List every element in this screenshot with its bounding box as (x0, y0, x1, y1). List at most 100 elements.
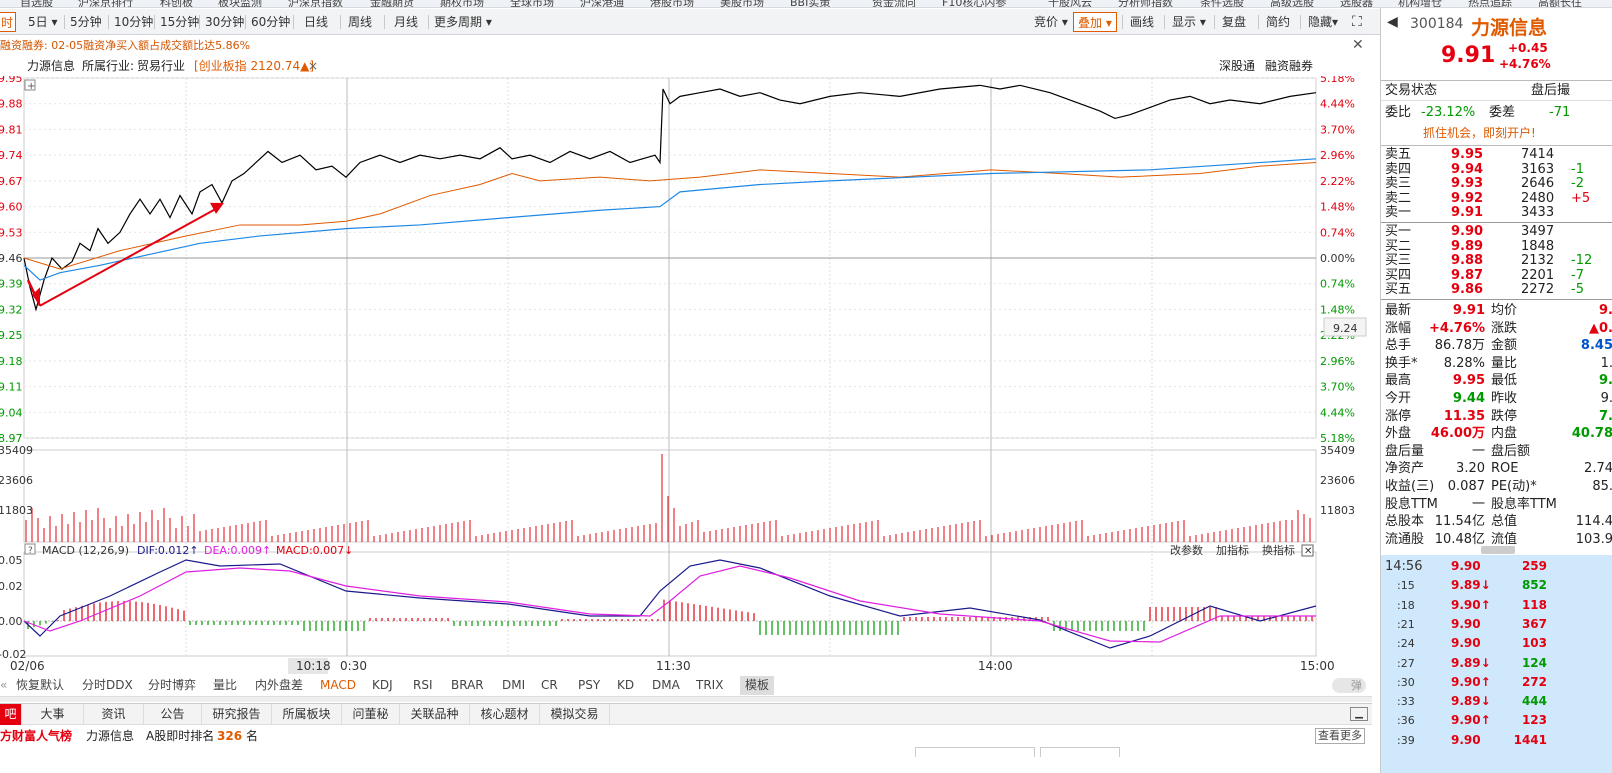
sell-level-volume: 2646 (1521, 176, 1555, 191)
tab-guba[interactable]: 吧 (0, 704, 22, 725)
price-tick: 9.25 (0, 329, 23, 342)
ind-psy[interactable]: PSY (578, 676, 600, 695)
ind-template[interactable]: 模板 (740, 676, 775, 695)
top-nav-item[interactable]: 分析师指数 (1118, 0, 1173, 7)
top-nav-item[interactable]: 条件选股 (1200, 0, 1244, 7)
macd-value: MACD:0.007↓ (276, 544, 353, 557)
ind-reset[interactable]: 恢复默认 (16, 676, 64, 695)
ind-kdj[interactable]: KDJ (372, 676, 393, 695)
top-nav-item[interactable]: 千股风云 (1048, 0, 1092, 7)
top-nav-item[interactable]: 高级选股 (1270, 0, 1314, 7)
back-arrow-icon[interactable]: ◀ (1387, 14, 1398, 30)
top-nav-item[interactable]: 沪深港通 (580, 0, 624, 7)
ind-ddx[interactable]: 分时DDX (82, 676, 133, 695)
ind-macd[interactable]: MACD (320, 676, 356, 695)
top-nav-item[interactable]: 自选股 (20, 0, 53, 7)
hide-button[interactable]: 隐藏▾ (1304, 12, 1342, 32)
auction-button[interactable]: 竞价 ▾ (1030, 12, 1072, 32)
top-nav-item[interactable]: 高额长往 (1538, 0, 1582, 7)
top-nav-item[interactable]: 科创板 (160, 0, 193, 7)
price-line (23, 84, 1317, 312)
view-more-button[interactable]: 查看更多 (1315, 728, 1365, 744)
stat-label: 最高 (1385, 373, 1412, 389)
top-nav-item[interactable]: 沪深京指数 (288, 0, 343, 7)
period-more[interactable]: 更多周期 ▾ (430, 12, 496, 32)
top-nav-item[interactable]: 沪深京排行 (78, 0, 133, 7)
tab-announce[interactable]: 公告 (144, 704, 202, 725)
collapse-icon[interactable]: ▁ (1350, 707, 1368, 721)
tab-news[interactable]: 资讯 (84, 704, 144, 725)
ind-brar[interactable]: BRAR (451, 676, 484, 695)
top-nav-item[interactable]: BBI实策 (790, 0, 830, 7)
ind-rsi[interactable]: RSI (413, 676, 433, 695)
top-nav-item[interactable]: 机构增仓 (1398, 0, 1442, 7)
ind-trix[interactable]: TRIX (696, 676, 723, 695)
tab-simtrade[interactable]: 模拟交易 (540, 704, 610, 725)
period-15min[interactable]: 15分钟 (156, 12, 203, 32)
ind-kd[interactable]: KD (617, 676, 634, 695)
period-week[interactable]: 周线 (344, 12, 376, 32)
top-nav-item[interactable]: 热点追踪 (1468, 0, 1512, 7)
intraday-chart[interactable]: 9.95 9.88 9.81 9.74 9.67 9.60 9.53 9.46 9.39 9.32… (0, 76, 1372, 676)
top-nav-item[interactable]: 选股器 (1340, 0, 1373, 7)
stat-value: 一 (1471, 443, 1485, 459)
macd-tool[interactable]: 换指标 (1262, 543, 1295, 557)
tab-events[interactable]: 大事 (22, 704, 84, 725)
period-day[interactable]: 日线 (300, 12, 332, 32)
splitter[interactable] (0, 696, 1372, 702)
top-nav-item[interactable]: 美股市场 (720, 0, 764, 7)
tab-ask-secretary[interactable]: 问董秘 (342, 704, 400, 725)
vol-tick-r: 11803 (1320, 504, 1355, 517)
top-nav-item[interactable]: 全球市场 (510, 0, 554, 7)
open-account-link[interactable]: 抓住机会，即刻开户! (1423, 125, 1536, 142)
tab-themes[interactable]: 核心题材 (470, 704, 540, 725)
left-arrow-icon[interactable]: « (0, 676, 7, 695)
top-nav-item[interactable]: F10核心内参 (942, 0, 1006, 7)
top-nav-item[interactable]: 期权市场 (440, 0, 484, 7)
quote-stock-name: 力源信息 (1471, 17, 1548, 39)
period-30min[interactable]: 30分钟 (201, 12, 248, 32)
period-5day[interactable]: 5日 ▾ (24, 12, 61, 32)
period-60min[interactable]: 60分钟 (247, 12, 294, 32)
ind-cr[interactable]: CR (541, 676, 558, 695)
top-nav-item[interactable]: 金融期货 (370, 0, 414, 7)
price-tick: 9.18 (0, 355, 23, 368)
stat-value: 8.28% (1443, 355, 1485, 371)
board-index[interactable]: [创业板指 2120.74▲] (194, 56, 314, 76)
top-nav-item[interactable]: 港股市场 (650, 0, 694, 7)
ind-volratio[interactable]: 量比 (213, 676, 237, 695)
replay-button[interactable]: 复盘 (1218, 12, 1250, 32)
close-icon[interactable]: ✕ (1352, 36, 1364, 55)
period-month[interactable]: 月线 (390, 12, 422, 32)
tab-research[interactable]: 研究报告 (202, 704, 272, 725)
close-board-icon[interactable]: × (308, 56, 318, 76)
simple-button[interactable]: 简约 (1262, 12, 1294, 32)
industry-link[interactable]: 贸易行业 (137, 56, 185, 76)
stat-value-2: 40.78 (1571, 426, 1612, 442)
ind-dma[interactable]: DMA (652, 676, 680, 695)
tab-sectors[interactable]: 所属板块 (272, 704, 342, 725)
tab-related[interactable]: 关联品种 (400, 704, 470, 725)
top-nav-item[interactable]: 资金流向 (872, 0, 916, 7)
ind-game[interactable]: 分时博弈 (148, 676, 196, 695)
ind-inout[interactable]: 内外盘差 (255, 676, 303, 695)
draw-line-button[interactable]: 画线 (1126, 12, 1158, 32)
price-change-pct: +4.76% (1499, 57, 1551, 71)
tick-price: 9.90 (1451, 636, 1481, 651)
ind-dmi[interactable]: DMI (502, 676, 525, 695)
top-nav-item[interactable]: 板块监测 (218, 0, 262, 7)
stock-code: 300184 (1410, 16, 1464, 32)
period-active[interactable]: 时 (0, 12, 16, 32)
period-5min[interactable]: 5分钟 (66, 12, 106, 32)
link-margin[interactable]: 融资融券 (1265, 56, 1313, 76)
macd-tool[interactable]: 加指标 (1216, 543, 1249, 557)
overlay-button[interactable]: 叠加 ▾ (1073, 12, 1117, 32)
link-shenguto[interactable]: 深股通 (1219, 56, 1255, 76)
display-button[interactable]: 显示 ▾ (1168, 12, 1210, 32)
toggle-switch[interactable]: 弹 (1332, 678, 1366, 693)
stat-label: 总股本 (1385, 514, 1425, 530)
period-10min[interactable]: 10分钟 (110, 12, 157, 32)
fullscreen-icon[interactable]: ⛶ (1348, 12, 1366, 32)
macd-tool[interactable]: 改参数 (1170, 543, 1203, 557)
time-tick: 0:30 (340, 659, 367, 673)
